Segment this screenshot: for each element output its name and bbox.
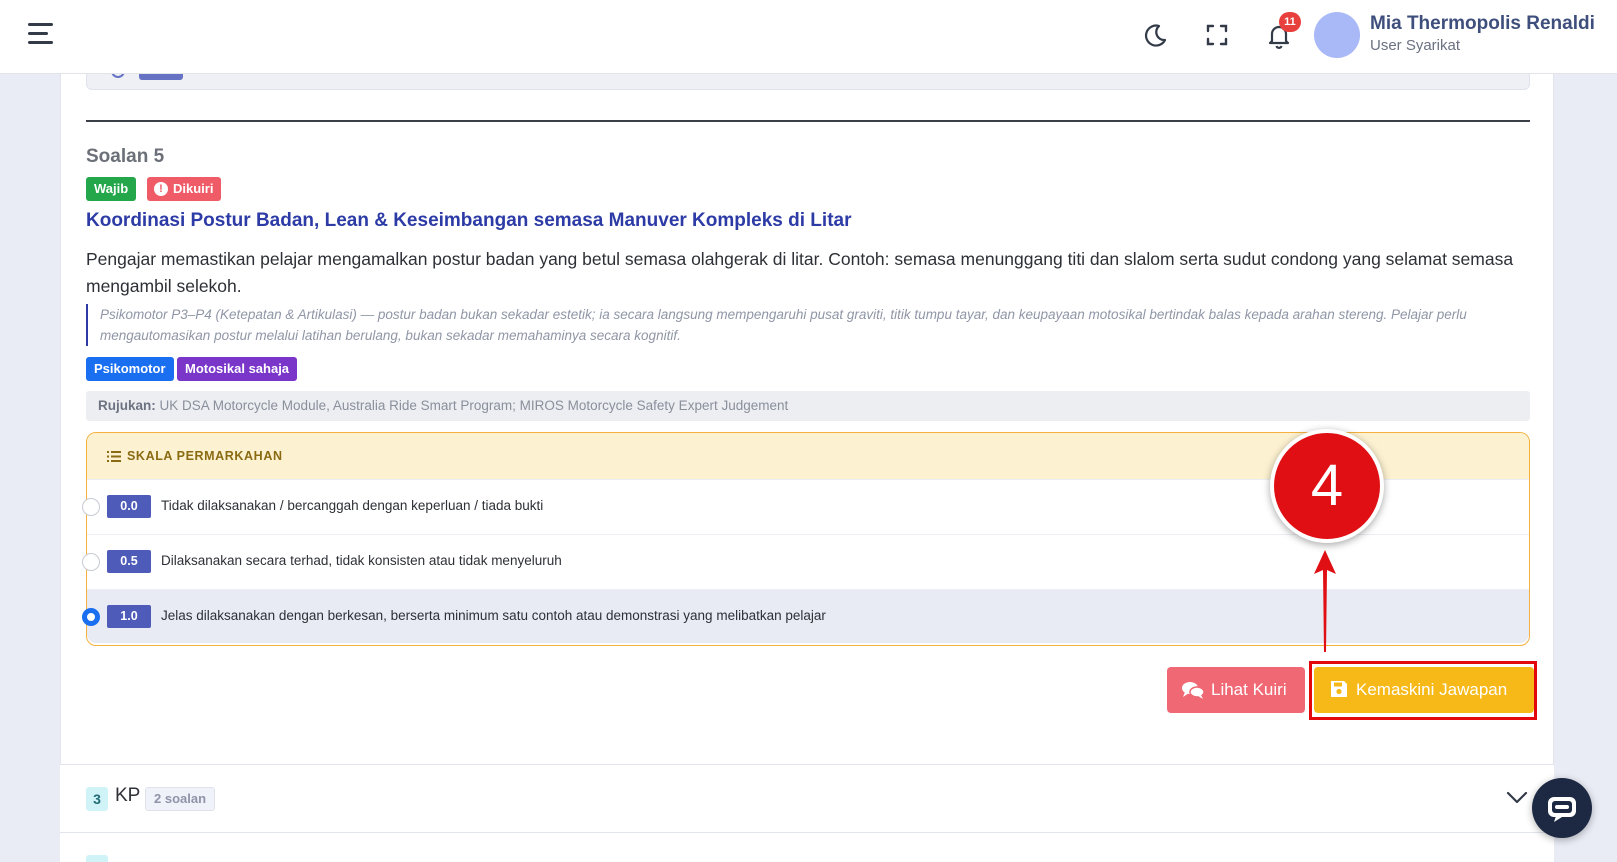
previous-question-strip: [86, 70, 1530, 90]
tag-psikomotor: Psikomotor: [86, 357, 174, 381]
avatar[interactable]: [1314, 12, 1360, 58]
hamburger-menu-icon[interactable]: [26, 20, 56, 48]
chat-icon: [1548, 797, 1576, 822]
arrow-up-icon: [1314, 550, 1336, 652]
lihat-kuiri-label: Lihat Kuiri: [1211, 680, 1287, 699]
moon-icon[interactable]: [1138, 18, 1172, 52]
option-label: Jelas dilaksanakan dengan berkesan, bers…: [161, 608, 826, 623]
section-count-badge: 2 soalan: [145, 787, 216, 811]
rujukan-text: UK DSA Motorcycle Module, Australia Ride…: [155, 398, 789, 413]
question-note: Psikomotor P3–P4 (Ketepatan & Artikulasi…: [86, 304, 1530, 346]
section-row-kp[interactable]: 3 KP 2 soalan: [60, 764, 1554, 832]
highlight-box: [1309, 661, 1537, 720]
option-label: Tidak dilaksanakan / bercanggah dengan k…: [161, 498, 544, 513]
skala-title: SKALA PERMARKAHAN: [127, 449, 283, 463]
notification-badge: 11: [1279, 12, 1301, 32]
rujukan-box: Rujukan: UK DSA Motorcycle Module, Austr…: [86, 391, 1530, 421]
option-label: Dilaksanakan secara terhad, tidak konsis…: [161, 553, 562, 568]
score-badge: 0.5: [107, 550, 151, 573]
wajib-badge: Wajib: [86, 177, 137, 201]
lihat-kuiri-button[interactable]: Lihat Kuiri: [1167, 667, 1305, 713]
radio-0[interactable]: [82, 498, 100, 516]
exclamation-icon: !: [154, 182, 168, 196]
chat-button[interactable]: [1532, 778, 1592, 838]
question-number: Soalan 5: [86, 146, 165, 167]
rujukan-label: Rujukan:: [98, 398, 156, 413]
dikuiri-label: Dikuiri: [173, 181, 214, 196]
top-bar: 11 Mia Thermopolis Renaldi User Syarikat: [0, 0, 1617, 74]
radio-1[interactable]: [82, 553, 100, 571]
previous-score-fragment: [139, 74, 183, 80]
radio-2[interactable]: [82, 608, 100, 626]
question-description: Pengajar memastikan pelajar mengamalkan …: [86, 249, 1514, 296]
score-badge: 1.0: [107, 605, 151, 628]
section-number: 3: [86, 787, 108, 811]
section-row-next[interactable]: [60, 832, 1554, 862]
user-role: User Syarikat: [1370, 37, 1461, 54]
dikuiri-badge: ! Dikuiri: [147, 177, 222, 201]
section-title: KP: [115, 785, 141, 806]
fullscreen-icon[interactable]: [1200, 18, 1234, 52]
tag-motosikal: Motosikal sahaja: [177, 357, 298, 381]
question-divider: [86, 120, 1530, 122]
chevron-down-icon[interactable]: [1506, 791, 1528, 805]
score-badge: 0.0: [107, 495, 151, 518]
question-title: Koordinasi Postur Badan, Lean & Keseimba…: [86, 210, 852, 231]
user-name[interactable]: Mia Thermopolis Renaldi: [1370, 13, 1595, 35]
section-number-fragment: [86, 855, 108, 862]
list-icon: [107, 451, 121, 462]
step-number-marker: 4: [1270, 429, 1384, 543]
comments-icon: [1182, 682, 1205, 699]
